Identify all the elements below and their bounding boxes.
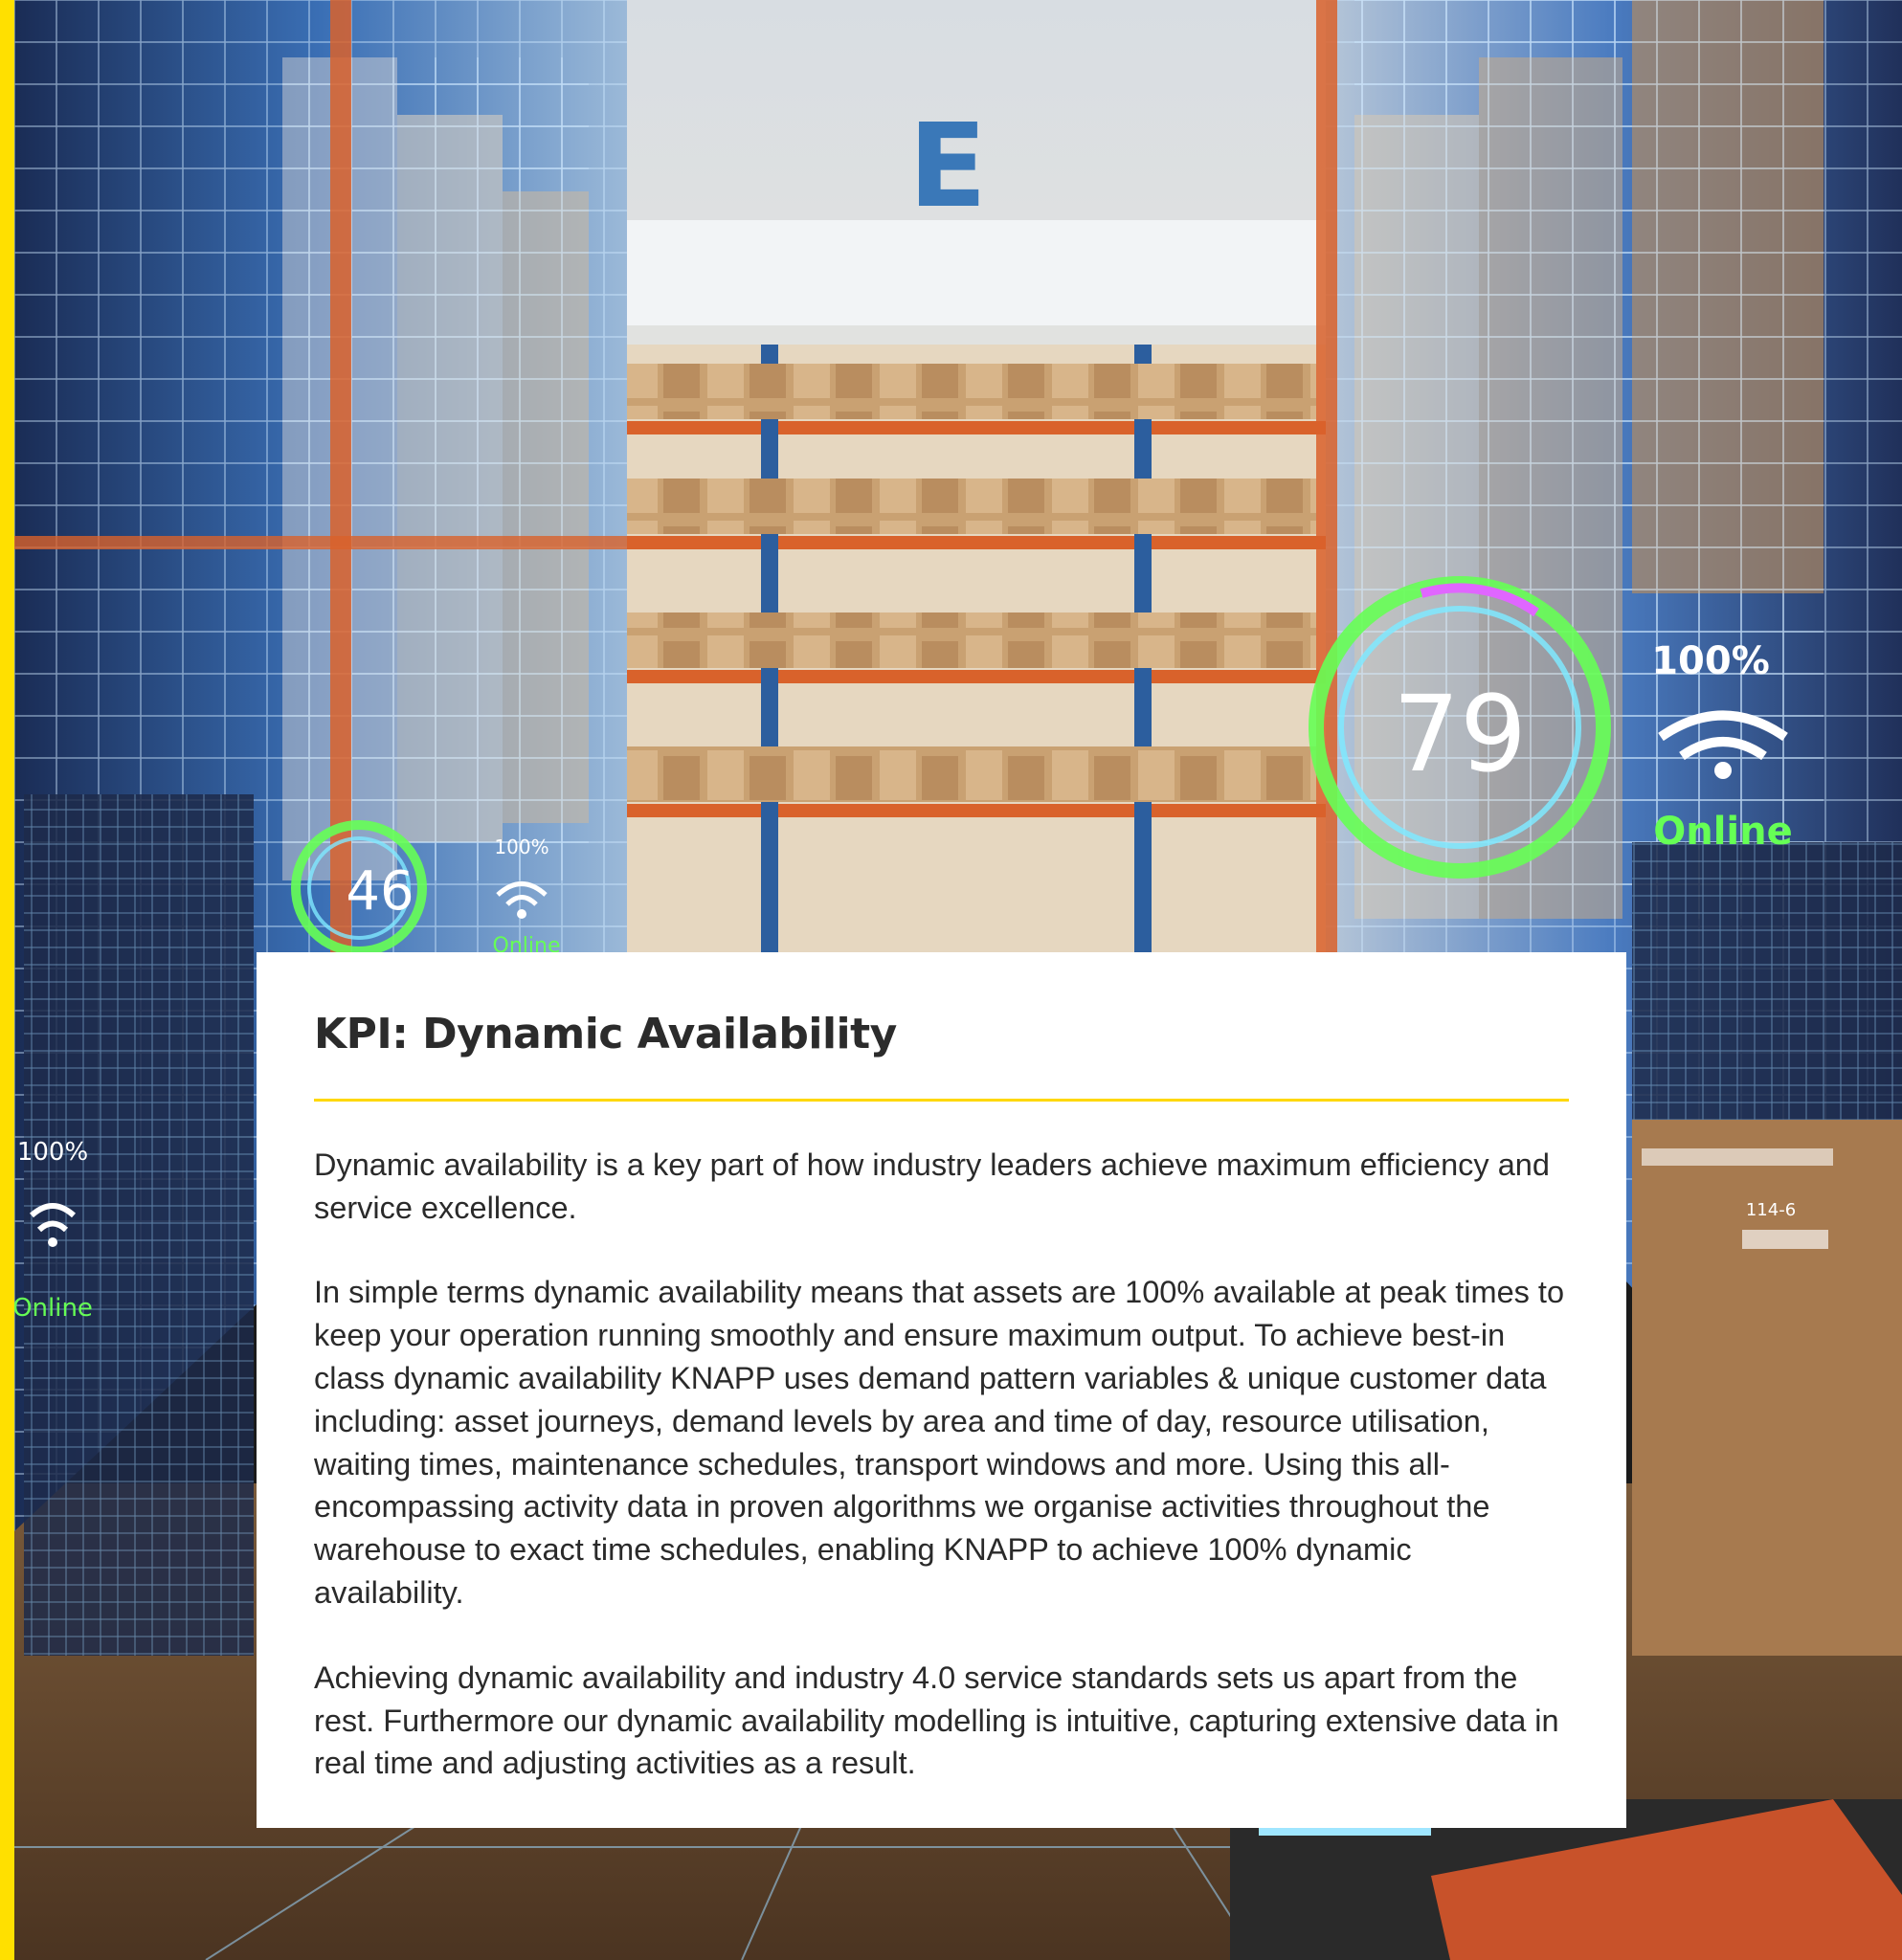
far-left-signal: 100%	[17, 1138, 88, 1167]
card-paragraph-2: In simple terms dynamic availability mea…	[314, 1275, 1565, 1610]
brochure-page: E 46 100% Online 79 100% Online 100% Onl…	[0, 0, 1902, 1960]
gauge-right-signal: 100%	[1651, 639, 1770, 683]
box-label-code: 114-6	[1746, 1200, 1796, 1220]
card-title: KPI: Dynamic Availability	[314, 1010, 897, 1058]
gauge-right-value: 79	[1393, 673, 1527, 795]
back-rack	[608, 345, 1335, 957]
kpi-info-card: KPI: Dynamic Availability Dynamic availa…	[257, 952, 1626, 1828]
aisle-sign-label: E	[908, 100, 987, 234]
card-paragraph-1: Dynamic availability is a key part of ho…	[314, 1147, 1550, 1225]
card-paragraph-3: Achieving dynamic availability and indus…	[314, 1659, 1559, 1781]
far-left-status: Online	[14, 1294, 93, 1323]
gauge-left-value: 46	[346, 860, 414, 923]
gauge-right-status: Online	[1653, 810, 1793, 854]
gauge-left-signal: 100%	[494, 835, 548, 858]
title-divider	[314, 1098, 1569, 1102]
yellow-accent-bar	[0, 0, 14, 1960]
